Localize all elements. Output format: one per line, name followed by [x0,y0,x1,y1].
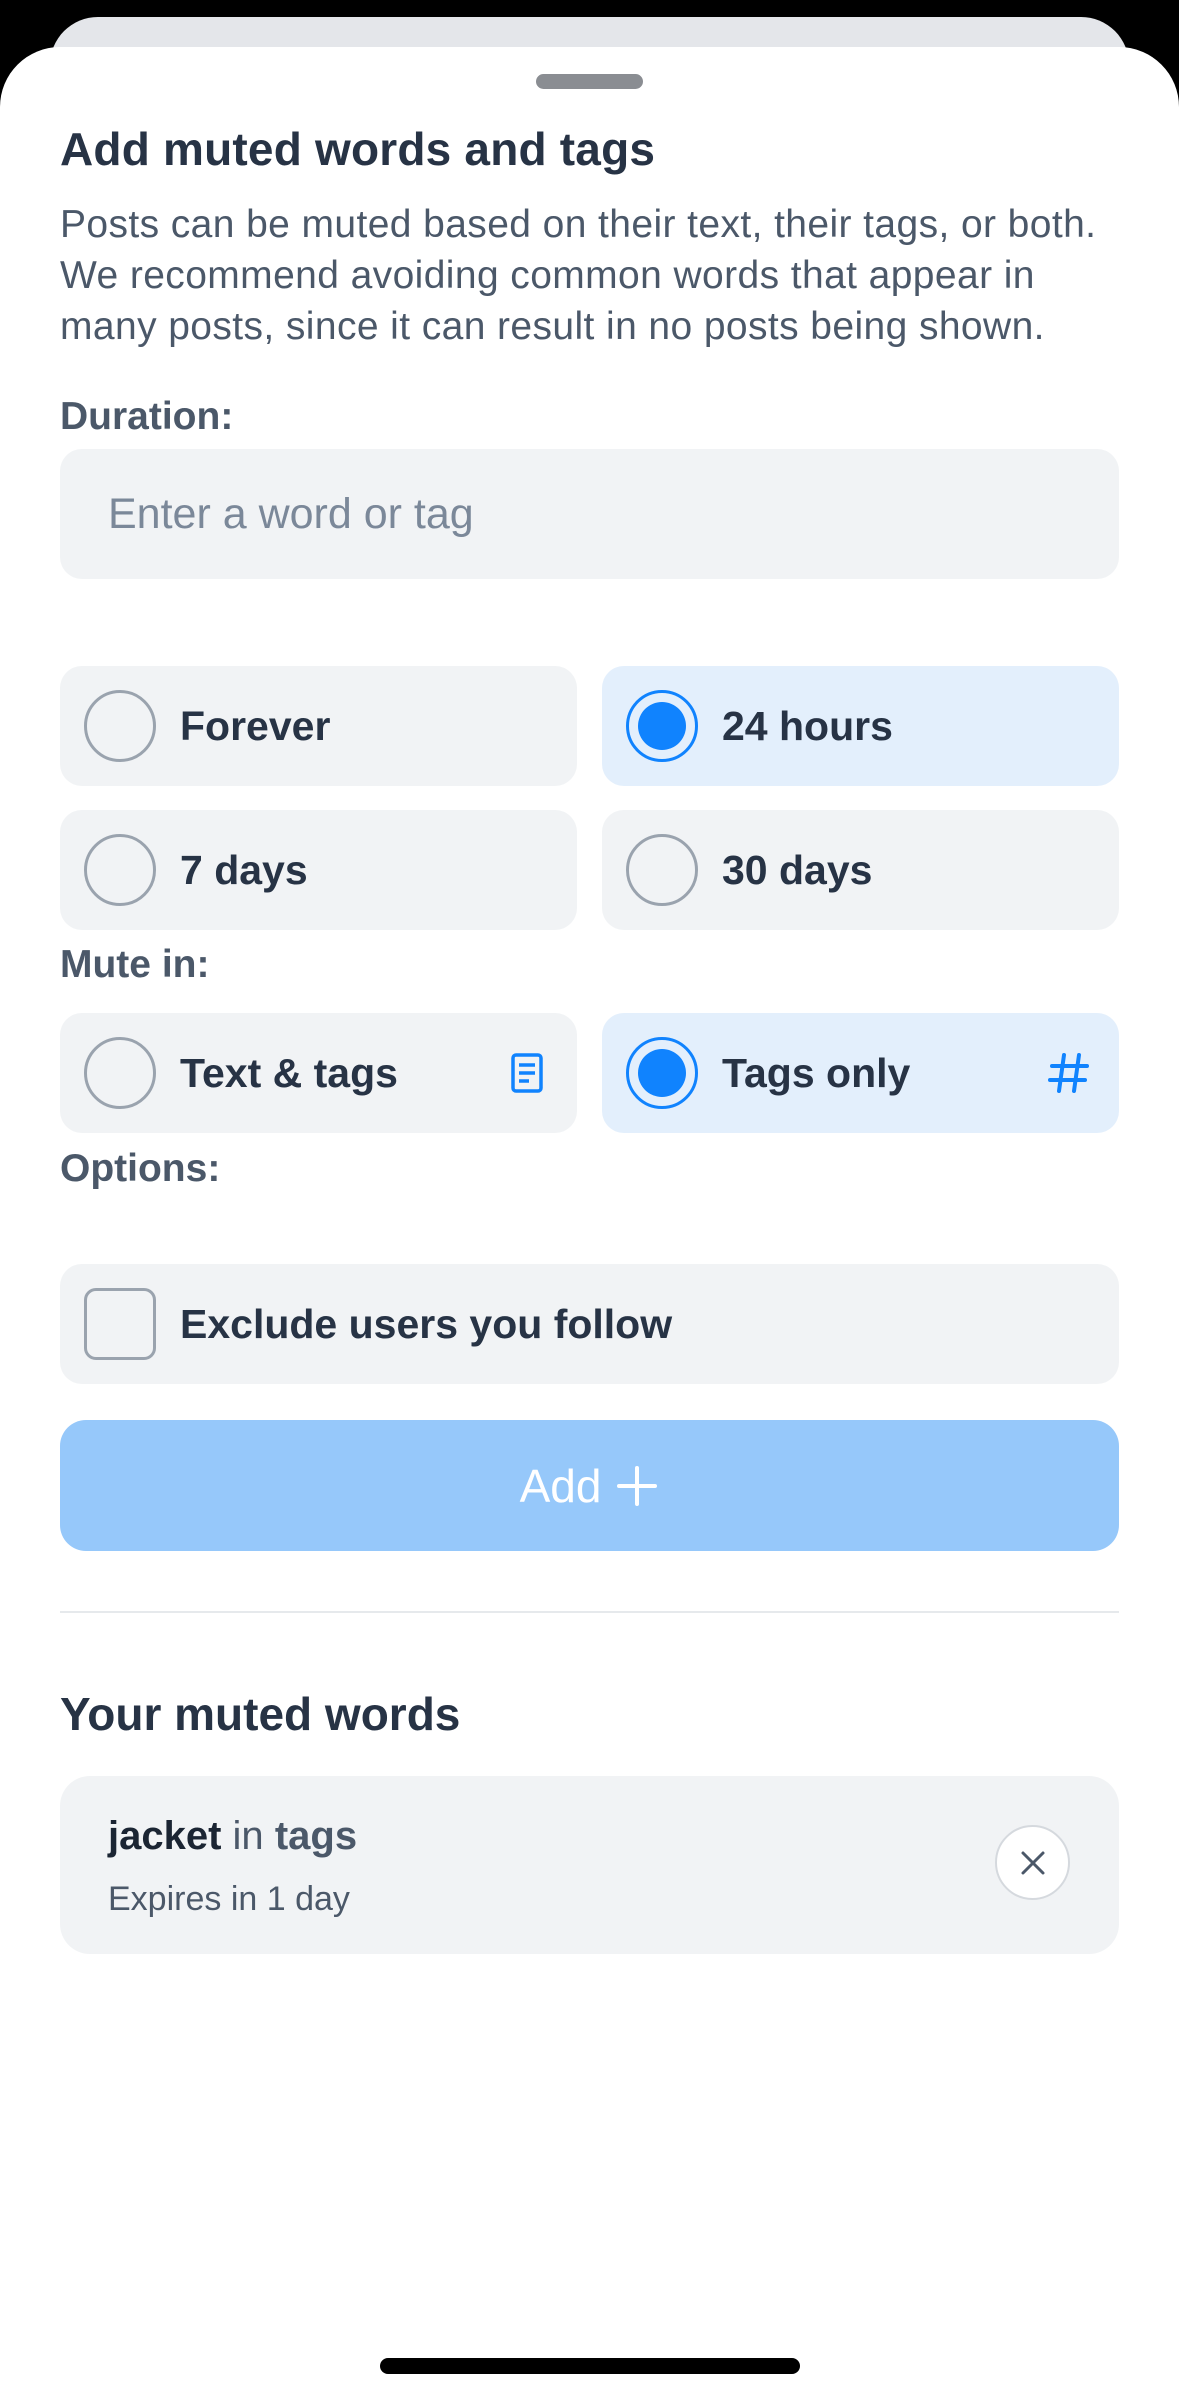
muted-word-item: jacket in tags Expires in 1 day [60,1776,1119,1954]
sheet-title: Add muted words and tags [60,123,656,175]
option-label: 30 days [722,847,873,893]
option-label: Text & tags [180,1050,398,1096]
option-label: Forever [180,703,331,749]
duration-option-24-hours[interactable]: 24 hours [602,666,1119,786]
muted-word-summary: jacket in tags [108,1814,357,1859]
add-button[interactable]: Add [60,1420,1119,1551]
muted-words-sheet: Add muted words and tags Posts can be mu… [0,47,1179,2396]
sheet-description: Posts can be muted based on their text, … [60,203,1097,348]
word-input[interactable] [60,449,1119,579]
mute-in-option-tags-only[interactable]: Tags only [602,1013,1119,1133]
option-label: Tags only [722,1050,911,1096]
options-label: Options: [60,1147,221,1190]
duration-option-7-days[interactable]: 7 days [60,810,577,930]
duration-option-forever[interactable]: Forever [60,666,577,786]
muted-words-title: Your muted words [60,1688,461,1740]
radio-button[interactable] [84,834,156,906]
option-label: 7 days [180,847,308,893]
muted-word-connector: in [232,1814,264,1858]
muted-word-expiry: Expires in 1 day [108,1880,350,1918]
mute-in-option-text-and-tags[interactable]: Text & tags [60,1013,577,1133]
duration-option-30-days[interactable]: 30 days [602,810,1119,930]
add-button-label: Add [519,1459,602,1512]
muted-word: jacket [108,1814,222,1858]
hashtag-icon [1048,1053,1089,1093]
sheet-grabber[interactable] [536,74,643,89]
exclude-following-option[interactable]: Exclude users you follow [60,1264,1119,1384]
radio-button-selected[interactable] [626,1037,698,1109]
muted-word-scope: tags [274,1814,358,1858]
option-label: 24 hours [722,703,893,749]
radio-button-selected[interactable] [626,690,698,762]
section-divider [60,1611,1119,1613]
checkbox-label: Exclude users you follow [180,1301,673,1347]
radio-button[interactable] [84,1037,156,1109]
close-icon [1021,1851,1044,1874]
exclude-following-checkbox[interactable] [84,1288,156,1360]
remove-muted-word-button[interactable] [995,1825,1070,1900]
duration-label: Duration: [60,395,234,438]
home-indicator [380,2358,800,2374]
radio-button[interactable] [84,690,156,762]
plus-icon [617,1465,658,1506]
radio-button[interactable] [626,834,698,906]
mute-in-label: Mute in: [60,943,210,986]
document-icon [511,1053,543,1093]
word-input-container [60,449,1119,579]
